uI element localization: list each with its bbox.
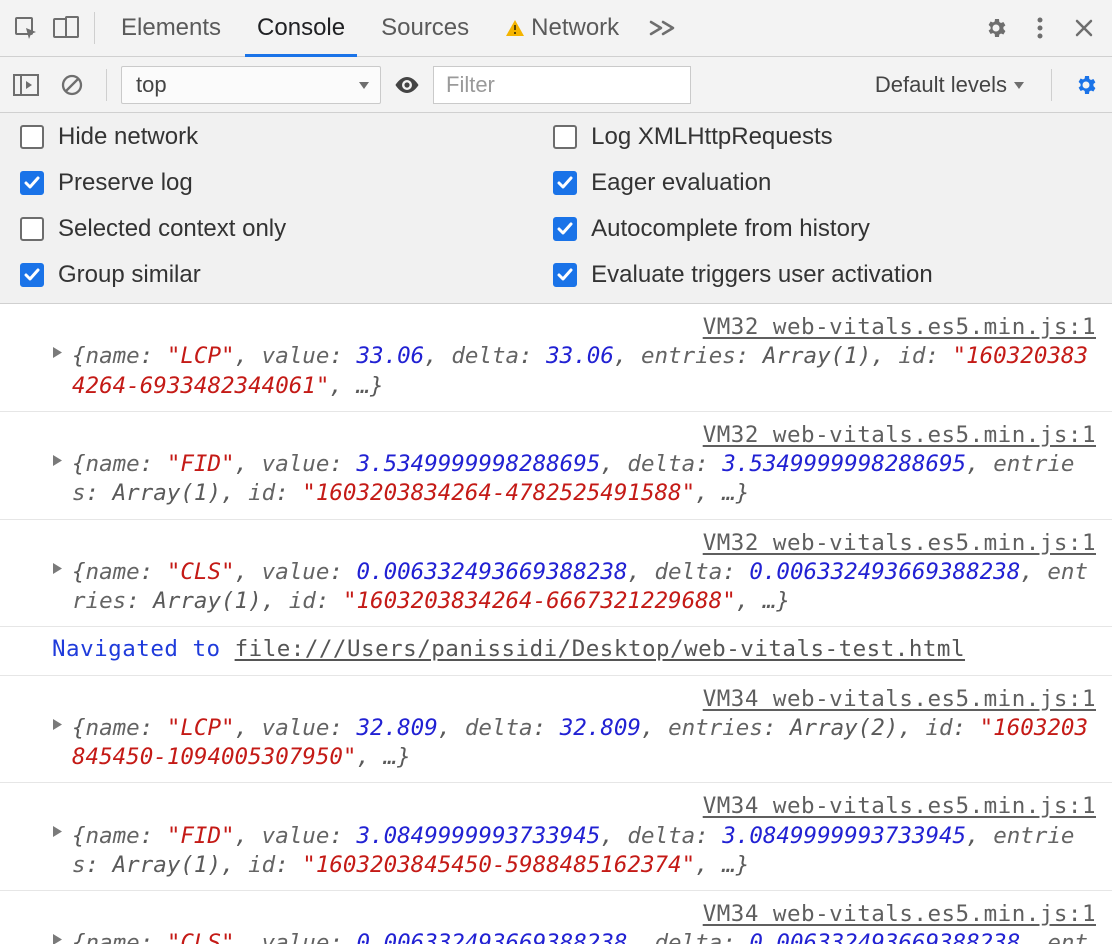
tab-network[interactable]: Network [487, 0, 637, 56]
log-object-preview[interactable]: {name: "LCP", value: 33.06, delta: 33.06… [72, 342, 1098, 401]
tab-console[interactable]: Console [239, 0, 363, 56]
expand-triangle-icon[interactable] [52, 454, 63, 467]
clear-console-icon[interactable] [52, 65, 92, 105]
console-log-entry[interactable]: VM32 web-vitals.es5.min.js:1 {name: "CLS… [0, 520, 1112, 628]
expand-triangle-icon[interactable] [52, 718, 63, 731]
execution-context-select[interactable]: top [121, 66, 381, 104]
source-link[interactable]: VM34 web-vitals.es5.min.js:1 [72, 786, 1096, 821]
device-toggle-icon[interactable] [46, 8, 86, 48]
checkbox-label: Selected context only [58, 215, 286, 243]
live-expression-eye-icon[interactable] [387, 65, 427, 105]
console-log-entry[interactable]: VM34 web-vitals.es5.min.js:1 {name: "CLS… [0, 891, 1112, 944]
navigation-message: Navigated to file:///Users/panissidi/Des… [0, 627, 1112, 675]
log-levels-label: Default levels [875, 72, 1007, 98]
console-log-entry[interactable]: VM32 web-vitals.es5.min.js:1 {name: "LCP… [0, 304, 1112, 412]
checkbox-label: Preserve log [58, 169, 193, 197]
log-object-preview[interactable]: {name: "FID", value: 3.0849999993733945,… [72, 822, 1098, 881]
console-settings-gear-icon[interactable] [1066, 65, 1106, 105]
tab-sources[interactable]: Sources [363, 0, 487, 56]
chevron-down-icon [1013, 80, 1025, 90]
kebab-menu-icon[interactable] [1018, 8, 1062, 48]
expand-triangle-icon[interactable] [52, 933, 63, 944]
console-log-entry[interactable]: VM34 web-vitals.es5.min.js:1 {name: "FID… [0, 783, 1112, 891]
console-toolbar: top Default levels [0, 57, 1112, 113]
console-settings-panel: Hide network Log XMLHttpRequests Preserv… [0, 113, 1112, 304]
log-object-preview[interactable]: {name: "FID", value: 3.5349999998288695,… [72, 450, 1098, 509]
checkbox-label: Evaluate triggers user activation [591, 261, 933, 289]
console-log-entry[interactable]: VM34 web-vitals.es5.min.js:1 {name: "LCP… [0, 676, 1112, 784]
checkbox-selected-context-only[interactable]: Selected context only [20, 215, 533, 243]
filter-wrap [433, 66, 857, 104]
checkbox-eager-evaluation[interactable]: Eager evaluation [553, 169, 1092, 197]
checkbox-label: Autocomplete from history [591, 215, 870, 243]
tab-elements[interactable]: Elements [103, 0, 239, 56]
expand-triangle-icon[interactable] [52, 825, 63, 838]
checkbox-preserve-log[interactable]: Preserve log [20, 169, 533, 197]
checkbox-evaluate-triggers[interactable]: Evaluate triggers user activation [553, 261, 1092, 289]
console-log-area[interactable]: VM32 web-vitals.es5.min.js:1 {name: "LCP… [0, 304, 1112, 944]
checkbox-label: Log XMLHttpRequests [591, 123, 832, 151]
execution-context-value: top [136, 72, 167, 98]
log-object-preview[interactable]: {name: "CLS", value: 0.00633249366938823… [72, 558, 1098, 617]
navigation-url[interactable]: file:///Users/panissidi/Desktop/web-vita… [235, 636, 965, 662]
console-log-entry[interactable]: VM32 web-vitals.es5.min.js:1 {name: "FID… [0, 412, 1112, 520]
chevron-down-icon [358, 80, 370, 90]
expand-triangle-icon[interactable] [52, 346, 63, 359]
divider [1051, 69, 1052, 101]
source-link[interactable]: VM34 web-vitals.es5.min.js:1 [72, 679, 1096, 714]
checkbox-label: Group similar [58, 261, 201, 289]
inspect-element-icon[interactable] [6, 8, 46, 48]
source-link[interactable]: VM32 web-vitals.es5.min.js:1 [72, 307, 1096, 342]
log-object-preview[interactable]: {name: "LCP", value: 32.809, delta: 32.8… [72, 714, 1098, 773]
settings-gear-icon[interactable] [974, 8, 1018, 48]
checkbox-log-xhr[interactable]: Log XMLHttpRequests [553, 123, 1092, 151]
source-link[interactable]: VM34 web-vitals.es5.min.js:1 [72, 894, 1096, 929]
checkbox-autocomplete-history[interactable]: Autocomplete from history [553, 215, 1092, 243]
log-object-preview[interactable]: {name: "CLS", value: 0.00633249366938823… [72, 929, 1098, 944]
divider [106, 69, 107, 101]
divider [94, 12, 95, 44]
close-icon[interactable] [1062, 8, 1106, 48]
toggle-sidebar-icon[interactable] [6, 65, 46, 105]
warning-icon [505, 18, 525, 38]
devtools-tabbar: Elements Console Sources Network [0, 0, 1112, 57]
panel-tabs: Elements Console Sources Network [103, 0, 687, 56]
tabbar-right-icons [974, 8, 1106, 48]
log-levels-select[interactable]: Default levels [863, 66, 1037, 104]
checkbox-hide-network[interactable]: Hide network [20, 123, 533, 151]
checkbox-label: Eager evaluation [591, 169, 771, 197]
source-link[interactable]: VM32 web-vitals.es5.min.js:1 [72, 415, 1096, 450]
checkbox-group-similar[interactable]: Group similar [20, 261, 533, 289]
expand-triangle-icon[interactable] [52, 562, 63, 575]
checkbox-label: Hide network [58, 123, 198, 151]
filter-input[interactable] [433, 66, 691, 104]
tabs-overflow[interactable] [637, 0, 687, 56]
source-link[interactable]: VM32 web-vitals.es5.min.js:1 [72, 523, 1096, 558]
